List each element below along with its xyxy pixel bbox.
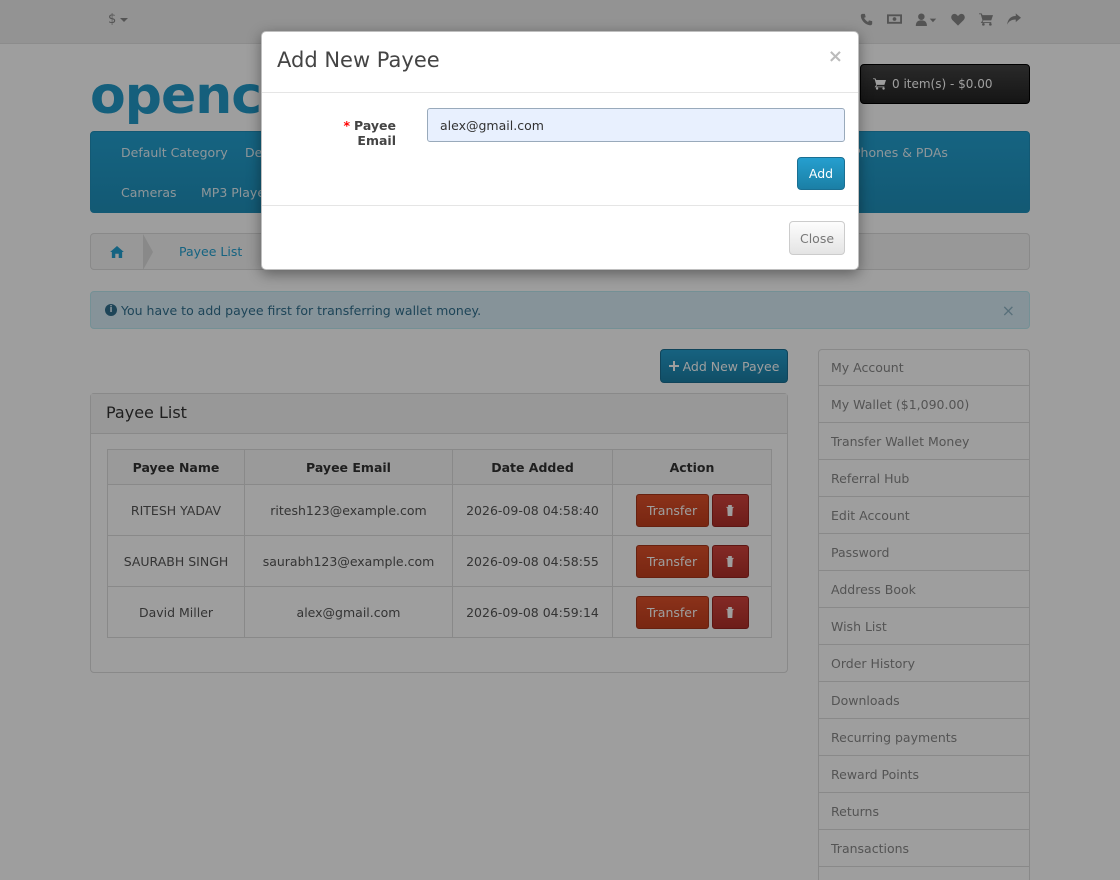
payee-email-input[interactable]: [427, 108, 845, 142]
modal-title: Add New Payee: [277, 48, 440, 72]
payee-email-label-text: Payee Email: [354, 118, 396, 148]
required-mark: *: [343, 118, 351, 133]
modal-close-button[interactable]: Close: [789, 221, 845, 255]
modal-close-icon[interactable]: ×: [828, 46, 843, 67]
add-payee-submit-button[interactable]: Add: [797, 157, 845, 190]
payee-email-label: * Payee Email: [314, 118, 396, 148]
modal-body: *Payee Email Add: [262, 93, 858, 206]
add-payee-modal: Add New Payee × *Payee Email Add Close: [261, 31, 859, 270]
modal-header: Add New Payee ×: [262, 32, 858, 93]
